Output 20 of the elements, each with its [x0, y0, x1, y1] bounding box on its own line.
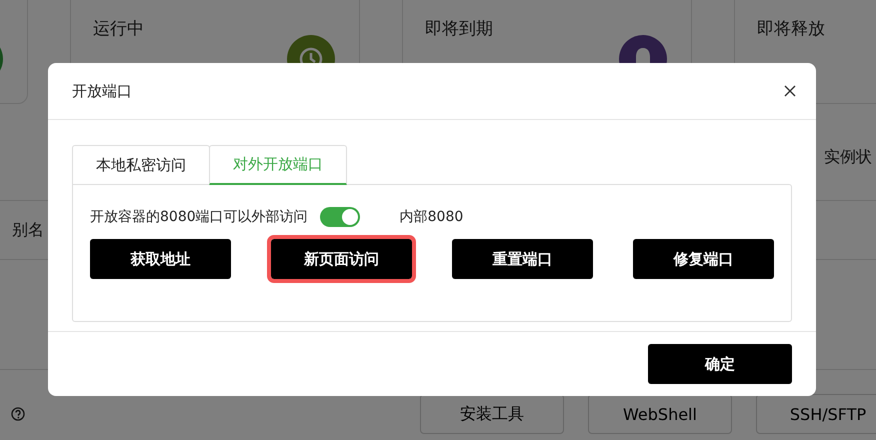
stat-title: 运行中 — [93, 18, 144, 40]
help-icon[interactable] — [11, 407, 25, 421]
toggle-switch[interactable] — [320, 207, 360, 227]
action-button[interactable]: 安装工具 — [420, 394, 564, 434]
port-button[interactable]: 重置端口 — [452, 239, 593, 279]
stat-title: 即将到期 — [425, 18, 493, 40]
dialog-title: 开放端口 — [72, 82, 132, 100]
action-button[interactable]: WebShell — [588, 394, 732, 434]
toggle-label: 开放容器的8080端口可以外部访问 — [90, 208, 308, 226]
alias-label: 别名 — [12, 220, 44, 240]
status-label: 实例状 — [824, 146, 872, 168]
port-button[interactable]: 获取地址 — [90, 239, 231, 279]
action-button[interactable]: SSH/SFTP — [756, 394, 876, 434]
port-button[interactable]: 新页面访问 — [271, 239, 412, 279]
tab[interactable]: 本地私密访问 — [72, 145, 210, 185]
internal-port: 内部8080 — [400, 208, 464, 226]
port-button[interactable]: 修复端口 — [633, 239, 774, 279]
stat-title: 即将释放 — [757, 18, 825, 40]
close-icon[interactable] — [784, 85, 796, 97]
confirm-button[interactable]: 确定 — [648, 344, 792, 384]
